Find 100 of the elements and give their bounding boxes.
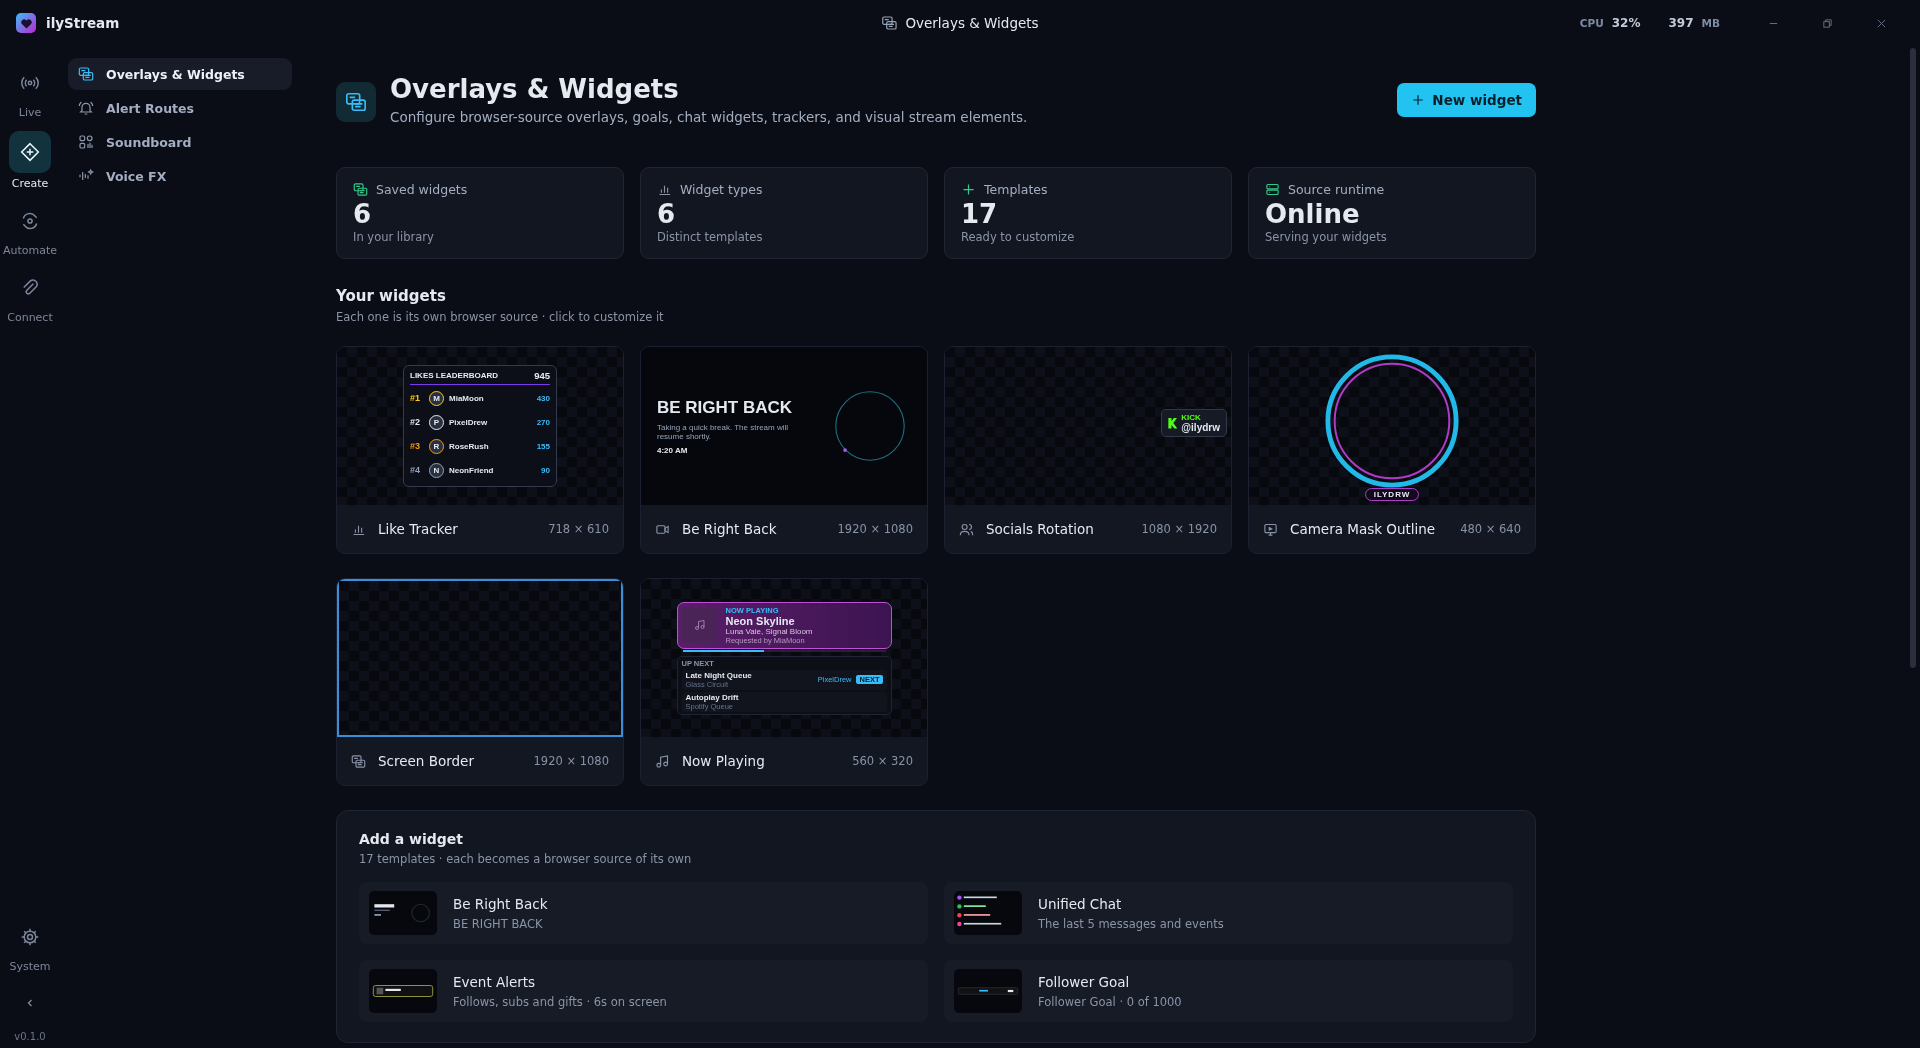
viewer-name: MiaMoon — [449, 393, 485, 403]
like-count: 155 — [536, 441, 550, 451]
stat-caption: Distinct templates — [657, 230, 764, 245]
rail-nav-item[interactable]: Connect — [0, 267, 60, 326]
likes-total: 945 — [534, 370, 550, 381]
grid-icon — [78, 134, 94, 150]
stat-value: 6 — [353, 199, 373, 231]
widget-card[interactable]: KICK @ilydrw Socials Rotation 1080 × 1920 — [944, 346, 1232, 554]
overlay-windows-icon — [881, 15, 898, 31]
widget-name: Like Tracker — [378, 521, 458, 537]
stat-label: Source runtime — [1288, 182, 1385, 197]
close-icon — [1875, 17, 1887, 29]
like-count: 430 — [536, 393, 550, 403]
section-subtitle: 17 templates · each becomes a browser source of its own — [359, 852, 693, 866]
template-description: The last 5 messages and events — [1038, 916, 1224, 931]
cpu-value: 32% — [1611, 16, 1641, 30]
template-thumbnail — [954, 969, 1022, 1013]
users-icon — [959, 521, 974, 537]
sync-icon — [20, 211, 40, 231]
template-item[interactable]: Be Right Back BE RIGHT BACK — [359, 882, 928, 944]
nav-item[interactable]: Alert Routes — [68, 92, 292, 124]
widget-card[interactable]: Screen Border 1920 × 1080 — [336, 578, 624, 786]
page-subtitle: Configure browser-source overlays, goals, chat widgets, trackers, and visual stream elements. — [390, 109, 1028, 125]
queue-title: Late Night Queue — [685, 670, 753, 680]
widget-size: 1920 × 1080 — [533, 754, 609, 768]
social-handle: @ilydrw — [1181, 422, 1220, 433]
template-name: Unified Chat — [1038, 895, 1123, 912]
like-count: 90 — [541, 465, 550, 475]
kick-logo-icon — [1168, 417, 1178, 429]
rank-label: #4 — [410, 465, 421, 475]
widget-size: 480 × 640 — [1460, 522, 1521, 536]
template-name: Event Alerts — [453, 973, 537, 990]
widget-card[interactable]: ILYDRW Camera Mask Outline 480 × 640 — [1248, 346, 1536, 554]
section-subtitle: Each one is its own browser source · click to customize it — [336, 310, 665, 324]
overlay-windows-icon — [351, 753, 366, 769]
rail-nav-item[interactable]: Live — [0, 62, 60, 121]
avatar: N — [429, 462, 444, 478]
stat-value: Online — [1265, 199, 1361, 231]
settings-icon — [20, 927, 40, 947]
template-thumbnail — [954, 891, 1022, 935]
template-item[interactable]: Follower Goal Follower Goal · 0 of 1000 — [944, 960, 1513, 1022]
widget-size: 1080 × 1920 — [1141, 522, 1217, 536]
memory-value: 397 — [1668, 16, 1694, 30]
scrollbar-thumb[interactable] — [1910, 48, 1916, 668]
widget-name: Screen Border — [378, 753, 474, 769]
widget-card[interactable]: LIKES LEADERBOARD 945 #1 M MiaMoon 430 #2 P PixelDrew 270 #3 R RoseRush 155 #4 N NeonFriend 90 Like Tracker 718 × 610 — [336, 346, 624, 554]
monitor-icon — [1263, 521, 1278, 537]
rank-label: #2 — [410, 417, 421, 427]
template-item[interactable]: Unified Chat The last 5 messages and events — [944, 882, 1513, 944]
nav-item[interactable]: Voice FX — [68, 160, 292, 192]
stat-label: Widget types — [680, 182, 763, 197]
overlay-windows-icon — [78, 66, 94, 82]
system-nav-item[interactable]: System — [0, 916, 60, 975]
widget-name: Be Right Back — [682, 521, 777, 537]
template-name: Follower Goal — [1038, 973, 1131, 990]
stat-caption: In your library — [353, 230, 435, 245]
rank-label: #1 — [410, 393, 421, 403]
music-note-icon — [693, 619, 706, 631]
leaderboard-title: LIKES LEADERBOARD — [410, 371, 498, 380]
viewer-name: PixelDrew — [449, 417, 489, 427]
template-description: Follower Goal · 0 of 1000 — [1038, 994, 1182, 1009]
viewer-name: NeonFriend — [449, 465, 495, 475]
brb-time: 4:20 AM — [657, 445, 689, 455]
bell-icon — [78, 100, 94, 116]
avatar: R — [429, 438, 444, 454]
queue-title: Autoplay Drift — [685, 692, 740, 702]
stat-label: Saved widgets — [376, 182, 468, 197]
widget-size: 560 × 320 — [852, 754, 913, 768]
viewer-name: RoseRush — [449, 441, 490, 451]
stat-caption: Serving your widgets — [1265, 230, 1388, 245]
plus-icon — [1411, 93, 1426, 107]
page-title: Overlays & Widgets — [390, 74, 680, 104]
section-title: Add a widget — [359, 831, 465, 847]
nav-item[interactable]: Soundboard — [68, 126, 292, 158]
name-tag: ILYDRW — [1364, 488, 1420, 501]
plus-icon — [961, 182, 976, 197]
restore-icon — [1821, 17, 1833, 29]
stat-value: 17 — [961, 199, 999, 231]
rank-label: #3 — [410, 441, 421, 451]
widget-card[interactable]: BE RIGHT BACK Taking a quick break. The stream will resume shortly. 4:20 AM Be Right Back 1920 × 1080 — [640, 346, 928, 554]
cpu-label: CPU — [1579, 17, 1604, 29]
song-title: Neon Skyline — [725, 614, 796, 627]
rail-nav-item[interactable]: Automate — [0, 200, 60, 259]
stat-caption: Ready to customize — [961, 230, 1076, 245]
app-name: ilyStream — [46, 15, 120, 31]
stat-value: 6 — [657, 199, 677, 231]
template-thumbnail — [369, 969, 437, 1013]
template-name: Be Right Back — [453, 895, 548, 912]
nav-item[interactable]: Overlays & Widgets — [68, 58, 292, 90]
rail-nav-item[interactable]: Create — [0, 129, 60, 192]
heart-logo-icon — [16, 13, 36, 33]
overlay-windows-icon — [353, 182, 368, 197]
platform-label: KICK — [1181, 413, 1202, 422]
brb-headline: BE RIGHT BACK — [657, 397, 794, 419]
avatar: M — [429, 390, 444, 406]
new-widget-button[interactable]: New widget — [1397, 83, 1536, 117]
widget-name: Now Playing — [682, 753, 765, 769]
overlay-windows-icon — [345, 91, 367, 113]
template-item[interactable]: Event Alerts Follows, subs and gifts · 6s on screen — [359, 960, 928, 1022]
avatar: P — [429, 414, 444, 430]
